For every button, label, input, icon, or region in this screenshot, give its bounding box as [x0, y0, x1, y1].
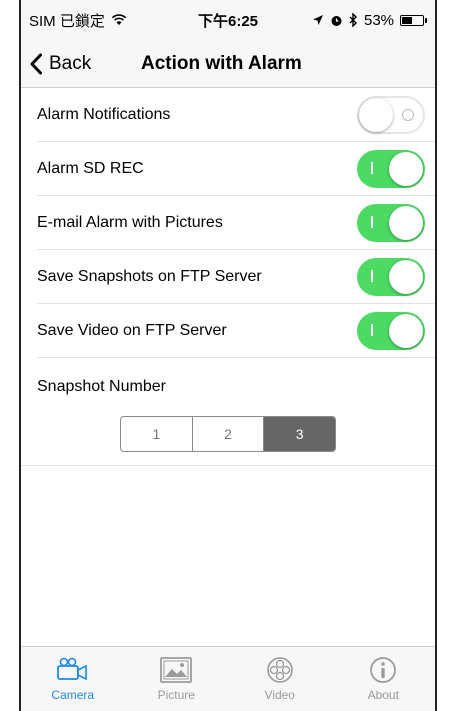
- battery-tip: [425, 17, 428, 23]
- status-bar: SIM 已鎖定 下午6:25 53%: [21, 0, 435, 40]
- status-right: 53%: [294, 11, 428, 29]
- tab-picture[interactable]: Picture: [125, 647, 229, 711]
- setting-label: Alarm Notifications: [37, 105, 171, 123]
- camera-icon: [56, 657, 87, 681]
- switch-knob: [389, 313, 423, 348]
- email-alarm-toggle[interactable]: [357, 203, 425, 242]
- setting-row-ftp-video: Save Video on FTP Server: [37, 304, 435, 358]
- info-icon: [370, 657, 397, 683]
- snapshot-option-3[interactable]: 3: [264, 417, 335, 451]
- ftp-video-toggle[interactable]: [357, 311, 425, 350]
- status-left: SIM 已鎖定: [29, 10, 162, 31]
- alarm-clock-icon: [331, 15, 342, 26]
- battery-shell: [400, 14, 425, 26]
- bluetooth-icon: [349, 13, 357, 27]
- settings-list: Alarm Notifications Alarm SD REC E-mail …: [21, 88, 435, 358]
- battery-icon: [400, 14, 428, 26]
- setting-row-email-alarm: E-mail Alarm with Pictures: [37, 196, 435, 250]
- battery-percent: 53%: [363, 11, 395, 29]
- setting-row-alarm-notifications: Alarm Notifications: [37, 88, 435, 142]
- alarm-sd-rec-toggle[interactable]: [357, 149, 425, 188]
- wifi-icon: [111, 14, 127, 25]
- battery-fill: [402, 16, 413, 24]
- switch-on-mark: [371, 323, 373, 336]
- snapshot-option-1[interactable]: 1: [121, 417, 193, 451]
- back-button[interactable]: Back: [29, 53, 91, 75]
- phone-screen: SIM 已鎖定 下午6:25 53% Back Action with Alar…: [19, 0, 437, 711]
- snapshot-number-segmented-control: 1 2 3: [120, 416, 336, 452]
- alarm-notifications-toggle[interactable]: [357, 95, 425, 134]
- switch-knob: [389, 259, 423, 294]
- switch-knob: [359, 97, 393, 132]
- snapshot-number-label: Snapshot Number: [37, 378, 166, 395]
- switch-off-mark: [402, 108, 414, 121]
- tab-camera[interactable]: Camera: [21, 647, 125, 711]
- switch-on-mark: [371, 215, 373, 228]
- switch-on-mark: [371, 161, 373, 174]
- switch-knob: [389, 205, 423, 240]
- location-icon: [312, 15, 323, 25]
- page-title: Action with Alarm: [141, 52, 302, 74]
- status-time: 下午6:25: [197, 12, 259, 30]
- chevron-left-icon: [30, 53, 42, 74]
- picture-icon: [160, 657, 193, 683]
- setting-row-alarm-sd-rec: Alarm SD REC: [37, 142, 435, 196]
- video-icon: [266, 657, 293, 683]
- switch-on-mark: [371, 269, 373, 282]
- carrier-text: SIM 已鎖定: [29, 12, 105, 30]
- setting-label: Alarm SD REC: [37, 159, 144, 177]
- setting-label: E-mail Alarm with Pictures: [37, 213, 223, 231]
- snapshot-section: Snapshot Number 1 2 3: [21, 358, 435, 466]
- setting-label: Save Snapshots on FTP Server: [37, 267, 262, 285]
- tab-about[interactable]: About: [332, 647, 436, 711]
- tab-label: About: [367, 688, 399, 702]
- switch-knob: [389, 151, 423, 186]
- tab-video[interactable]: Video: [228, 647, 332, 711]
- setting-row-ftp-snapshots: Save Snapshots on FTP Server: [37, 250, 435, 304]
- snapshot-option-2[interactable]: 2: [193, 417, 265, 451]
- tab-label: Picture: [157, 688, 195, 702]
- setting-label: Save Video on FTP Server: [37, 321, 227, 339]
- tab-label: Camera: [51, 688, 95, 702]
- ftp-snapshots-toggle[interactable]: [357, 257, 425, 296]
- tab-label: Video: [264, 688, 295, 702]
- navigation-bar: Back Action with Alarm: [21, 40, 435, 88]
- tab-bar: Camera Picture Video About: [21, 646, 435, 711]
- back-label: Back: [49, 52, 92, 74]
